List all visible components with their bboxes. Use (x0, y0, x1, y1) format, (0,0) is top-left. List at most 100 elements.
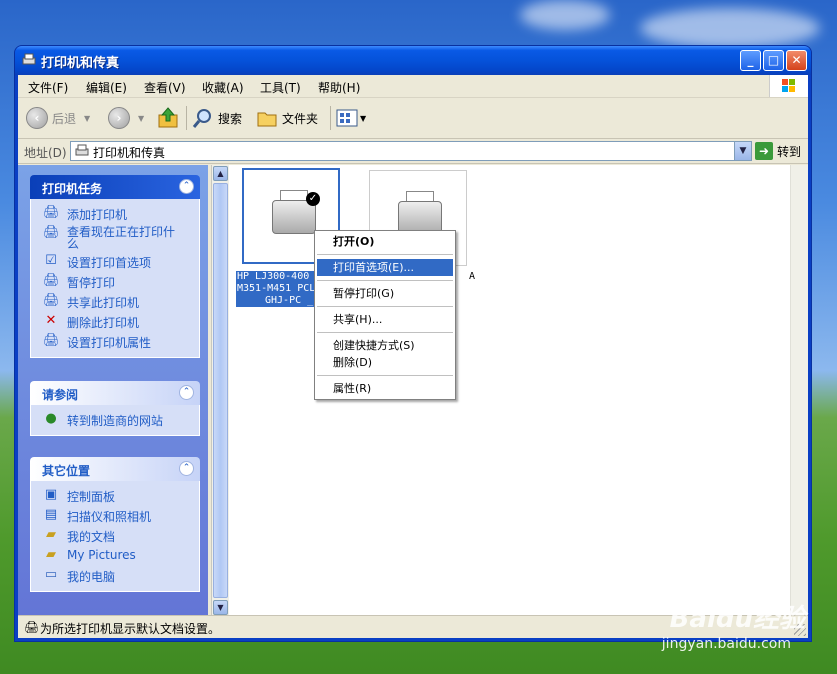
scroll-down-icon[interactable]: ▼ (213, 600, 228, 615)
menu-tools[interactable]: 工具(T) (260, 79, 301, 96)
group-header[interactable]: 其它位置 ⌃ (30, 457, 200, 481)
views-dropdown-icon: ▼ (360, 113, 367, 123)
address-input[interactable]: 打印机和传真 ▼ (70, 141, 752, 161)
ctx-sharing[interactable]: 共享(H)... (315, 311, 455, 328)
menu-help[interactable]: 帮助(H) (318, 79, 360, 96)
group-header[interactable]: 请参阅 ⌃ (30, 381, 200, 405)
printer-label-tail[interactable]: A (469, 271, 475, 282)
back-arrow-icon: ‹ (26, 107, 48, 129)
printer-folder-icon (22, 53, 36, 65)
printer-label[interactable]: HP LJ300-400 M351-M451 PCL GHJ-PC _I (236, 271, 321, 307)
add-printer-icon: 🖨 (43, 205, 60, 220)
preferences-icon: ☑ (45, 253, 57, 268)
watermark-brand: Baidu经验 (669, 604, 805, 634)
place-scanners-cameras[interactable]: ▤ 扫描仪和照相机 (31, 505, 199, 525)
folders-label: 文件夹 (282, 111, 319, 126)
back-button[interactable]: ‹ 后退 ▼ (26, 104, 90, 132)
ctx-create-shortcut[interactable]: 创建快捷方式(S) (315, 337, 455, 354)
menu-view[interactable]: 查看(V) (144, 79, 186, 96)
task-manufacturer-site[interactable]: ● 转到制造商的网站 (31, 409, 199, 429)
menu-separator (317, 332, 453, 333)
status-text: 为所选打印机显示默认文档设置。 (40, 622, 221, 636)
my-computer-icon: ▭ (44, 567, 58, 582)
address-label: 地址(D) (24, 146, 67, 160)
ctx-open[interactable]: 打开(O) (315, 233, 455, 250)
ctx-delete[interactable]: 删除(D) (315, 354, 455, 371)
maximize-button[interactable]: □ (763, 50, 784, 71)
see-also-group: 请参阅 ⌃ ● 转到制造商的网站 (30, 381, 200, 436)
task-pause-printing[interactable]: 🖨 暂停打印 (31, 271, 199, 291)
share-icon: 🖨 (43, 293, 60, 308)
place-my-computer[interactable]: ▭ 我的电脑 (31, 565, 199, 585)
task-label: 暂停打印 (67, 276, 116, 290)
up-folder-button[interactable] (156, 104, 180, 132)
scanner-icon: ▤ (44, 507, 58, 522)
place-my-pictures[interactable]: ▰ My Pictures (31, 545, 199, 565)
place-control-panel[interactable]: ▣ 控制面板 (31, 485, 199, 505)
views-button[interactable]: ▼ (336, 104, 366, 132)
collapse-icon[interactable]: ⌃ (179, 461, 194, 476)
toolbar-separator (186, 106, 187, 130)
task-print-preferences[interactable]: ☑ 设置打印首选项 (31, 251, 199, 271)
task-pane: 打印机任务 ⌃ 🖨 添加打印机 🖨 查看现在正在打印什么 ☑ 设置打印首选项 🖨 暂停打… (18, 165, 208, 616)
back-dropdown-icon[interactable]: ▼ (84, 114, 90, 123)
folders-button[interactable]: 文件夹 (256, 104, 318, 132)
menu-file[interactable]: 文件(F) (28, 79, 68, 96)
task-delete-printer[interactable]: ✕ 删除此打印机 (31, 311, 199, 331)
go-arrow-icon: ➜ (755, 142, 773, 160)
cloud (520, 0, 610, 30)
windows-logo-icon (769, 75, 808, 97)
title-bar[interactable]: 打印机和传真 _ □ ✕ (15, 46, 811, 75)
task-label: 设置打印机属性 (67, 336, 152, 350)
printer-status-icon: 🖨 (24, 620, 40, 634)
task-see-printing[interactable]: 🖨 查看现在正在打印什么 (31, 223, 199, 251)
task-label: 我的文档 (67, 530, 116, 544)
task-label: 删除此打印机 (67, 316, 140, 330)
label-line: HP LJ300-400 (237, 271, 310, 282)
group-title: 请参阅 (42, 388, 79, 402)
ctx-printing-preferences[interactable]: 打印首选项(E)... (317, 259, 453, 276)
watermark-url: jingyan.baidu.com (661, 636, 791, 652)
task-label: 我的电脑 (67, 570, 116, 584)
task-add-printer[interactable]: 🖨 添加打印机 (31, 203, 199, 223)
task-label: My Pictures (67, 548, 136, 562)
ctx-properties[interactable]: 属性(R) (315, 380, 455, 397)
list-scrollbar[interactable] (790, 165, 808, 616)
menu-separator (317, 280, 453, 281)
place-my-documents[interactable]: ▰ 我的文档 (31, 525, 199, 545)
toolbar: ‹ 后退 ▼ › ▼ 搜索 文件夹 ▼ (18, 98, 808, 139)
collapse-icon[interactable]: ⌃ (179, 385, 194, 400)
address-dropdown-icon[interactable]: ▼ (734, 142, 751, 160)
task-label: 共享此打印机 (67, 296, 140, 310)
address-bar: 地址(D) 打印机和传真 ▼ ➜ 转到 (18, 139, 808, 164)
go-button[interactable]: ➜ 转到 (755, 141, 801, 161)
my-documents-icon: ▰ (46, 527, 56, 542)
printer-tasks-group: 打印机任务 ⌃ 🖨 添加打印机 🖨 查看现在正在打印什么 ☑ 设置打印首选项 🖨 暂停打… (30, 175, 200, 358)
task-label: 扫描仪和照相机 (67, 510, 152, 524)
default-printer-check-icon: ✓ (306, 192, 320, 206)
menu-separator (317, 375, 453, 376)
task-pane-scrollbar[interactable]: ▲ ▼ (211, 165, 229, 616)
label-line: GHJ-PC _I (265, 295, 320, 306)
group-title: 打印机任务 (42, 182, 103, 196)
forward-button[interactable]: › ▼ (108, 104, 144, 132)
search-button[interactable]: 搜索 (192, 104, 242, 132)
collapse-icon[interactable]: ⌃ (179, 179, 194, 194)
group-body: 🖨 添加打印机 🖨 查看现在正在打印什么 ☑ 设置打印首选项 🖨 暂停打印 🖨 共享此打印… (30, 199, 200, 358)
ctx-pause-printing[interactable]: 暂停打印(G) (315, 285, 455, 302)
menu-edit[interactable]: 编辑(E) (86, 79, 127, 96)
group-header[interactable]: 打印机任务 ⌃ (30, 175, 200, 199)
scroll-up-icon[interactable]: ▲ (213, 166, 228, 181)
web-icon: ● (45, 411, 57, 426)
scroll-thumb[interactable] (213, 183, 228, 598)
forward-dropdown-icon[interactable]: ▼ (138, 114, 144, 123)
address-value: 打印机和传真 (93, 146, 166, 160)
menu-favorites[interactable]: 收藏(A) (202, 79, 244, 96)
go-label: 转到 (777, 144, 802, 159)
close-button[interactable]: ✕ (786, 50, 807, 71)
minimize-button[interactable]: _ (740, 50, 761, 71)
group-body: ▣ 控制面板 ▤ 扫描仪和照相机 ▰ 我的文档 ▰ My Pictures ▭ 我的电脑 (30, 481, 200, 592)
task-printer-properties[interactable]: 🖨 设置打印机属性 (31, 331, 199, 351)
menu-bar: 文件(F) 编辑(E) 查看(V) 收藏(A) 工具(T) 帮助(H) (18, 75, 808, 98)
task-share-printer[interactable]: 🖨 共享此打印机 (31, 291, 199, 311)
